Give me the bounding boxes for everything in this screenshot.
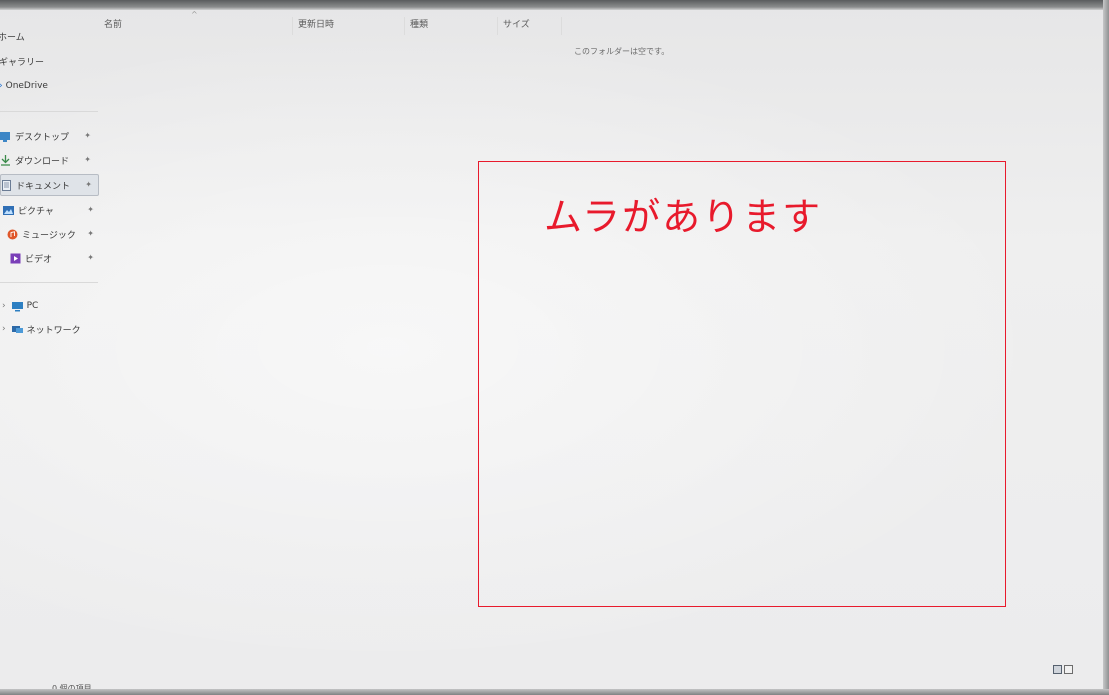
column-divider[interactable]	[292, 17, 293, 35]
sidebar-item-label: ホーム	[0, 32, 25, 43]
sidebar-item-videos[interactable]: ビデオ ✦	[10, 248, 100, 268]
chevron-right-icon[interactable]: ›	[2, 301, 6, 311]
sidebar-item-label: ミュージック	[22, 230, 76, 241]
annotation-text: ムラがあります	[544, 195, 823, 239]
pin-icon[interactable]: ✦	[84, 131, 91, 140]
sidebar-item-label: ギャラリー	[0, 57, 45, 68]
view-toggle	[1053, 665, 1073, 674]
picture-icon	[3, 205, 14, 216]
desktop-icon	[0, 131, 11, 142]
screen: ホーム ギャラリー › OneDrive デスクトップ ✦ ダウンロード ✦	[0, 0, 1109, 695]
sidebar-item-gallery[interactable]: ギャラリー	[0, 51, 96, 71]
column-divider[interactable]	[497, 17, 498, 35]
document-icon	[1, 179, 12, 191]
column-divider[interactable]	[561, 17, 562, 35]
sidebar-divider	[0, 111, 98, 112]
monitor-bezel-top	[0, 0, 1109, 10]
column-header-name[interactable]: 名前	[104, 17, 122, 37]
sidebar-item-pc[interactable]: › PC	[2, 296, 99, 316]
sidebar-item-label: ドキュメント	[16, 181, 71, 192]
column-header-size[interactable]: サイズ	[503, 17, 530, 37]
video-icon	[10, 253, 21, 264]
sidebar-item-home[interactable]: ホーム	[0, 26, 95, 46]
sidebar-item-onedrive[interactable]: › OneDrive	[0, 76, 96, 96]
chevron-right-icon[interactable]: ›	[2, 324, 6, 334]
empty-folder-message: このフォルダーは空です。	[574, 47, 670, 56]
music-icon	[7, 229, 18, 240]
column-divider[interactable]	[404, 17, 405, 35]
sidebar-item-label: ダウンロード	[15, 156, 70, 167]
sidebar-item-documents[interactable]: ドキュメント ✦	[0, 174, 99, 196]
sidebar-item-label: OneDrive	[5, 81, 48, 91]
sidebar-item-downloads[interactable]: ダウンロード ✦	[0, 150, 97, 170]
sidebar-divider	[0, 282, 98, 283]
sidebar-item-label: PC	[26, 301, 39, 311]
sort-ascending-icon: ^	[191, 10, 198, 19]
navigation-pane: ホーム ギャラリー › OneDrive デスクトップ ✦ ダウンロード ✦	[0, 20, 105, 680]
details-view-button[interactable]	[1053, 665, 1062, 674]
monitor-bezel-right	[1103, 0, 1109, 695]
download-icon	[0, 154, 11, 166]
sidebar-item-label: デスクトップ	[15, 132, 70, 143]
pin-icon[interactable]: ✦	[87, 229, 94, 238]
monitor-bezel-bottom	[0, 689, 1109, 695]
sidebar-item-network[interactable]: › ネットワーク	[2, 319, 99, 339]
pin-icon[interactable]: ✦	[87, 205, 94, 214]
column-header-type[interactable]: 種類	[410, 17, 428, 37]
sidebar-item-desktop[interactable]: デスクトップ ✦	[0, 126, 97, 146]
sidebar-item-label: ビデオ	[25, 254, 53, 265]
sidebar-item-label: ネットワーク	[26, 325, 81, 336]
sidebar-item-label: ピクチャ	[18, 206, 54, 217]
network-icon	[11, 324, 23, 335]
tiles-view-button[interactable]	[1064, 665, 1073, 674]
pin-icon[interactable]: ✦	[85, 180, 92, 189]
pin-icon[interactable]: ✦	[87, 253, 94, 262]
cloud-icon: ›	[0, 81, 3, 91]
column-header-modified[interactable]: 更新日時	[298, 17, 334, 37]
pin-icon[interactable]: ✦	[84, 155, 91, 164]
sidebar-item-pictures[interactable]: ピクチャ ✦	[3, 200, 100, 220]
sidebar-item-music[interactable]: ミュージック ✦	[7, 224, 100, 244]
pc-icon	[11, 301, 23, 312]
